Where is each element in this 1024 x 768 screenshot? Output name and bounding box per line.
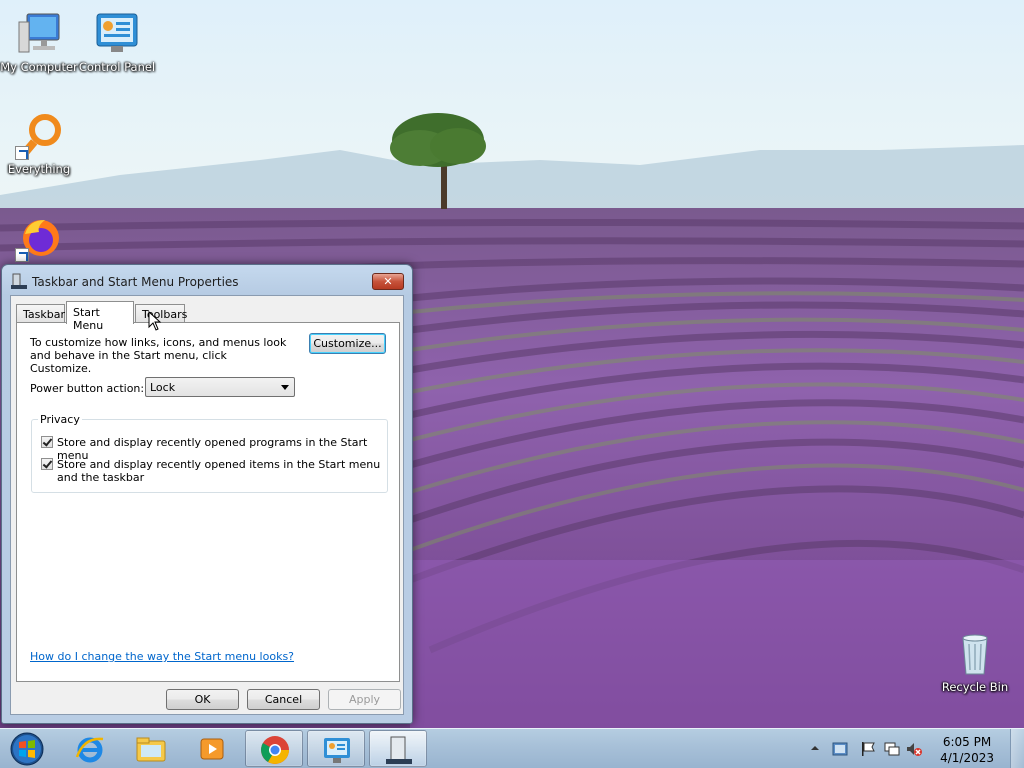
power-button-select[interactable]: Lock xyxy=(145,377,295,397)
chrome-icon xyxy=(261,736,289,764)
desktop-icon-label: Everything xyxy=(7,162,71,176)
system-tray: 6:05 PM 4/1/2023 xyxy=(810,729,1024,768)
checkbox-label: Store and display recently opened items … xyxy=(57,458,381,484)
ok-button[interactable]: OK xyxy=(166,689,239,710)
volume-muted-icon[interactable] xyxy=(906,741,922,757)
network-icon[interactable] xyxy=(884,741,900,757)
privacy-legend: Privacy xyxy=(38,413,82,426)
tab-label: Taskbar xyxy=(23,308,65,321)
desktop-icon-label: My Computer xyxy=(0,60,78,74)
taskbar-internet-explorer[interactable] xyxy=(61,730,119,767)
internet-explorer-icon xyxy=(75,737,104,763)
shortcut-arrow-icon xyxy=(15,146,29,160)
dialog-title: Taskbar and Start Menu Properties xyxy=(32,275,239,289)
chevron-down-icon xyxy=(281,385,289,390)
shortcut-arrow-icon xyxy=(15,248,29,262)
taskbar-clock[interactable]: 6:05 PM 4/1/2023 xyxy=(940,734,994,766)
tab-label: Start Menu xyxy=(73,306,104,332)
taskbar-properties-icon xyxy=(386,736,412,764)
customize-button[interactable]: Customize... xyxy=(309,333,386,354)
start-menu-help-link[interactable]: How do I change the way the Start menu l… xyxy=(30,650,294,663)
mouse-cursor-icon xyxy=(148,311,162,331)
computer-icon xyxy=(15,10,63,58)
taskbar-chrome[interactable] xyxy=(245,730,303,767)
desktop-icon-everything[interactable]: Everything xyxy=(0,112,78,176)
desktop-icon-recycle-bin[interactable]: Recycle Bin xyxy=(936,630,1014,694)
desktop-icon-firefox[interactable] xyxy=(0,214,78,265)
clock-date: 4/1/2023 xyxy=(940,751,994,765)
power-button-label: Power button action: xyxy=(30,382,145,395)
media-player-icon xyxy=(200,738,224,760)
desktop-icon-my-computer[interactable]: My Computer xyxy=(0,10,78,74)
flag-icon[interactable] xyxy=(860,741,876,757)
control-panel-icon xyxy=(93,10,141,58)
start-button[interactable] xyxy=(6,731,48,767)
desktop-icon-control-panel[interactable]: Control Panel xyxy=(78,10,156,74)
taskbar: 6:05 PM 4/1/2023 xyxy=(0,728,1024,768)
apply-button[interactable]: Apply xyxy=(328,689,401,710)
tab-taskbar[interactable]: Taskbar xyxy=(16,304,65,323)
privacy-group: Privacy Store and display recently opene… xyxy=(31,413,388,493)
recycle-bin-icon xyxy=(951,630,999,678)
desktop-icon-label: Control Panel xyxy=(78,60,156,74)
dialog-client: Taskbar Start Menu Toolbars To customize… xyxy=(10,295,404,715)
taskbar-media-player[interactable] xyxy=(183,730,241,767)
cancel-button[interactable]: Cancel xyxy=(247,689,320,710)
action-center-icon[interactable] xyxy=(832,741,848,757)
customize-description: To customize how links, icons, and menus… xyxy=(30,336,287,375)
show-desktop-button[interactable] xyxy=(1010,729,1024,768)
folder-icon xyxy=(136,737,166,762)
tab-start-menu[interactable]: Start Menu xyxy=(66,301,134,332)
close-button[interactable]: ✕ xyxy=(372,273,404,290)
dialog-titlebar[interactable]: Taskbar and Start Menu Properties ✕ xyxy=(2,265,412,295)
start-menu-tab-panel: To customize how links, icons, and menus… xyxy=(16,322,400,682)
taskbar-file-explorer[interactable] xyxy=(122,730,180,767)
checkbox-checked-icon[interactable] xyxy=(41,458,53,470)
taskbar-properties-window[interactable] xyxy=(369,730,427,767)
close-icon: ✕ xyxy=(383,275,393,288)
desktop-icon-label: Recycle Bin xyxy=(941,680,1009,694)
clock-time: 6:05 PM xyxy=(942,735,992,749)
windows-orb-icon xyxy=(10,732,44,766)
firefox-icon xyxy=(15,214,63,262)
magnifier-icon xyxy=(15,112,63,160)
power-button-value: Lock xyxy=(150,381,176,394)
taskbar-control-panel[interactable] xyxy=(307,730,365,767)
taskbar-properties-dialog: Taskbar and Start Menu Properties ✕ Task… xyxy=(1,264,413,724)
control-panel-icon xyxy=(324,738,350,763)
show-hidden-icons-icon[interactable] xyxy=(810,743,820,753)
taskbar-properties-icon xyxy=(11,273,27,289)
checkbox-checked-icon[interactable] xyxy=(41,436,53,448)
